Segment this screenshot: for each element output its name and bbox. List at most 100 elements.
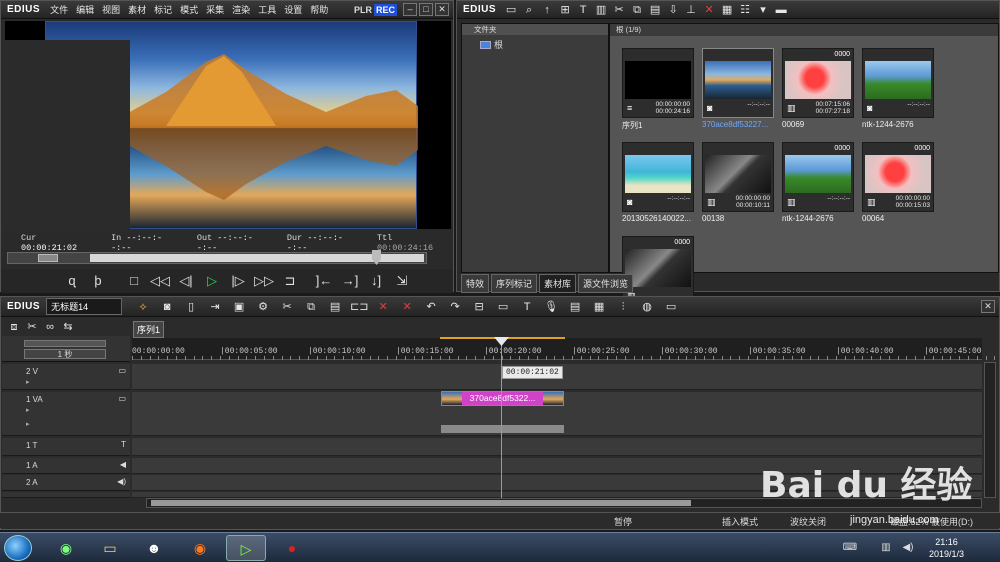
- menu-edit[interactable]: 编辑: [72, 3, 98, 16]
- menu-render[interactable]: 渲染: [228, 3, 254, 16]
- qq-icon[interactable]: ☻: [134, 535, 174, 561]
- plr-label[interactable]: PLR: [352, 4, 374, 16]
- browser-icon[interactable]: ◉: [46, 535, 86, 561]
- scrub-playhead[interactable]: [372, 250, 381, 265]
- menu-view[interactable]: 视图: [98, 3, 124, 16]
- add-clip-icon[interactable]: ⊞: [556, 2, 574, 18]
- vectorscope-icon[interactable]: ◍: [638, 299, 656, 315]
- link-icon[interactable]: ⊏⊐: [350, 299, 368, 315]
- track-cut-icon[interactable]: ✂: [23, 319, 41, 335]
- timeline-clip[interactable]: 370ace8df5322...: [441, 391, 564, 406]
- track-header-2v[interactable]: 2 V ▭ ▸: [2, 364, 130, 390]
- delete-icon[interactable]: ✕: [374, 299, 392, 315]
- play-icon[interactable]: ▷: [201, 272, 223, 290]
- explorer-icon[interactable]: ▭: [90, 535, 130, 561]
- save-icon[interactable]: ▣: [230, 299, 248, 315]
- menu-file[interactable]: 文件: [46, 3, 72, 16]
- expand-icon[interactable]: ▸: [26, 406, 30, 414]
- split-icon[interactable]: ⊟: [470, 299, 488, 315]
- sequence-tab[interactable]: 序列1: [133, 321, 165, 338]
- tab-sequence-markers[interactable]: 序列标记: [491, 273, 538, 293]
- paste-icon[interactable]: ▤: [326, 299, 344, 315]
- minimize-button[interactable]: –: [403, 3, 417, 16]
- menu-marker[interactable]: 标记: [150, 3, 176, 16]
- insert-icon[interactable]: ]←: [313, 272, 335, 290]
- sort-icon[interactable]: ▾: [754, 2, 772, 18]
- close-button[interactable]: ✕: [435, 3, 449, 16]
- expand-audio-icon[interactable]: ▸: [26, 420, 30, 428]
- track-header-3a[interactable]: [2, 492, 130, 498]
- set-in-icon[interactable]: ɋ: [61, 272, 83, 290]
- redo-icon[interactable]: ↷: [446, 299, 464, 315]
- capture-icon[interactable]: ◙: [158, 299, 176, 315]
- start-button[interactable]: [4, 535, 32, 561]
- tab-source-browser[interactable]: 源文件浏览: [578, 273, 634, 293]
- folder-root[interactable]: 根: [480, 38, 608, 51]
- up-folder-icon[interactable]: ↑: [538, 2, 556, 18]
- plr-rec-toggle[interactable]: PLR REC: [352, 3, 397, 16]
- title-icon[interactable]: T: [518, 299, 536, 315]
- menu-tools[interactable]: 工具: [254, 3, 280, 16]
- clip-thumbnail[interactable]: ◙ --:--:--:-- ntk-1244-2676: [862, 48, 934, 129]
- network-icon[interactable]: ▥: [876, 535, 896, 561]
- clip-frame[interactable]: ▥ 00:00:00:00 00:00:10:11: [702, 142, 774, 212]
- tab-clip-library[interactable]: 素材库: [539, 273, 577, 293]
- undo-icon[interactable]: ↶: [422, 299, 440, 315]
- expand-icon[interactable]: ▸: [26, 378, 30, 386]
- timeline-ruler[interactable]: 00:00:00:00 |00:00:05:00 |00:00:10:00 |00:0…: [132, 338, 996, 360]
- clip-frame[interactable]: 0000 ▥ --:--:--:--: [782, 142, 854, 212]
- clip-frame[interactable]: 0000 ▥ 00:07:15:06 00:07:27:18: [782, 48, 854, 118]
- track-link-icon[interactable]: ∞: [41, 319, 59, 335]
- audio-mixer-icon[interactable]: ⫶: [614, 299, 632, 315]
- insert-icon[interactable]: ⊥: [682, 2, 700, 18]
- track-mode-icon[interactable]: ⧈: [5, 319, 23, 335]
- replace-icon[interactable]: ↓]: [365, 272, 387, 290]
- clip-thumbnail[interactable]: ▥ 00:00:00:00 00:00:10:11 00138: [702, 142, 774, 223]
- clip-thumbnail[interactable]: 0000 ▥ 00:00:00:00 00:00:15:03 00064: [862, 142, 934, 223]
- vertical-scrollbar[interactable]: [984, 362, 996, 498]
- menu-capture[interactable]: 采集: [202, 3, 228, 16]
- scrub-bar[interactable]: [7, 250, 427, 265]
- clip-frame[interactable]: 0000 ▥ 00:00:00:00 00:00:15:03: [862, 142, 934, 212]
- rec-label[interactable]: REC: [373, 3, 397, 16]
- bin-settings-icon[interactable]: ▬: [772, 2, 790, 18]
- timeline-close-button[interactable]: ✕: [981, 300, 995, 313]
- track-lane-1t[interactable]: [132, 438, 982, 456]
- menu-settings[interactable]: 设置: [280, 3, 306, 16]
- cut-icon[interactable]: ✂: [610, 2, 628, 18]
- clip-frame[interactable]: ≡ 00:00:00:00 00:00:24:16: [622, 48, 694, 118]
- render-icon[interactable]: ▭: [494, 299, 512, 315]
- new-sequence-icon[interactable]: ▯: [182, 299, 200, 315]
- search-icon[interactable]: ⌕: [520, 2, 538, 18]
- mixer-icon[interactable]: ▦: [590, 299, 608, 315]
- copy-icon[interactable]: ⧉: [302, 299, 320, 315]
- export-icon[interactable]: ▤: [566, 299, 584, 315]
- shuttle-knob[interactable]: [38, 254, 58, 262]
- mode-icon[interactable]: ⟡: [134, 299, 152, 315]
- loop-icon[interactable]: ⊐: [279, 272, 301, 290]
- edius-taskbar-icon[interactable]: ▷: [226, 535, 266, 561]
- title-icon[interactable]: T: [574, 2, 592, 18]
- keyboard-icon[interactable]: ⌨: [840, 535, 860, 561]
- ripple-delete-icon[interactable]: ✕: [398, 299, 416, 315]
- track-header-1a[interactable]: 1 A ◀: [2, 458, 130, 474]
- rewind-icon[interactable]: ◁◁: [149, 272, 171, 290]
- fast-forward-icon[interactable]: ▷▷: [253, 272, 275, 290]
- track-header-2a[interactable]: 2 A ◀): [2, 475, 130, 491]
- open-icon[interactable]: ⇥: [206, 299, 224, 315]
- track-header-1t[interactable]: 1 T T: [2, 438, 130, 456]
- timescale-select[interactable]: 1 秒: [24, 349, 106, 359]
- track-sync-icon[interactable]: ⇆: [59, 319, 77, 335]
- menu-clip[interactable]: 素材: [124, 3, 150, 16]
- clip-thumbnail[interactable]: ◙ --:--:--:-- 370ace8df53227...: [702, 48, 774, 129]
- layout-icon[interactable]: ▭: [662, 299, 680, 315]
- add-to-timeline-icon[interactable]: ⇩: [664, 2, 682, 18]
- properties-icon[interactable]: ▦: [718, 2, 736, 18]
- tab-effects[interactable]: 特效: [461, 273, 490, 293]
- step-back-icon[interactable]: ◁|: [175, 272, 197, 290]
- settings-icon[interactable]: ⚙: [254, 299, 272, 315]
- delete-icon[interactable]: ✕: [700, 2, 718, 18]
- color-bars-icon[interactable]: ▥: [592, 2, 610, 18]
- clip-thumbnail[interactable]: ◙ --:--:--:-- 20130526140022...: [622, 142, 694, 223]
- clip-thumbnail[interactable]: 0000 ▥ --:--:--:-- ntk-1244-2676: [782, 142, 854, 223]
